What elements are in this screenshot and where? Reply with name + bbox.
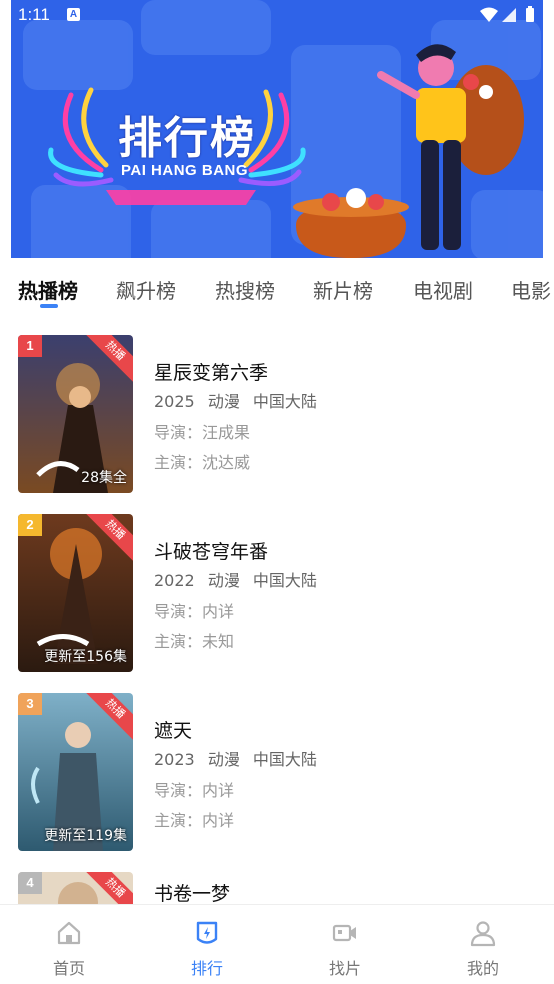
list-item[interactable]: 3 热播 更新至119集 遮天 2023 动漫 中国大陆 导演：内详 主演：内详 [0,674,554,851]
ranking-tabs: 热播榜 飙升榜 热搜榜 新片榜 电视剧 电影 [0,258,554,312]
status-system-icons [480,6,534,22]
bottom-navigation: 首页 排行 找片 我的 [0,904,554,984]
rank-badge: 2 [18,514,42,536]
nav-mine-label: 我的 [466,959,499,978]
tab-rising[interactable]: 飙升榜 [116,275,176,304]
list-item[interactable]: 1 热播 28集全 星辰变第六季 2025 动漫 中国大陆 导演：汪成果 主演：… [0,316,554,493]
episode-count: 28集全 [81,470,127,486]
status-notification-icon: A [67,8,80,21]
show-year: 2025 [154,392,195,411]
nav-home-label: 首页 [52,959,85,978]
nav-find[interactable]: 找片 [276,905,414,984]
poster-image[interactable]: 1 热播 28集全 [18,335,133,493]
show-genre: 动漫 [207,392,240,411]
active-tab-indicator [40,304,58,308]
show-genre: 动漫 [207,750,240,769]
status-time: 1:11 [18,5,50,24]
rank-badge: 1 [18,335,42,357]
show-title[interactable]: 遮天 [154,716,192,743]
rank-badge: 4 [18,872,42,894]
nav-find-label: 找片 [328,959,361,978]
tab-movie[interactable]: 电影 [511,275,551,304]
show-meta: 2022 动漫 中国大陆 [154,567,325,591]
show-year: 2022 [154,571,195,590]
show-meta: 2025 动漫 中国大陆 [154,388,325,412]
ranking-banner[interactable]: 排行榜 PAI HANG BANG [11,0,543,258]
battery-icon [526,8,534,22]
episode-count: 更新至156集 [44,649,127,665]
tab-new-release[interactable]: 新片榜 [313,275,373,304]
show-region: 中国大陆 [252,571,317,590]
show-director: 导演：内详 [154,781,235,800]
show-title[interactable]: 星辰变第六季 [154,358,268,385]
show-region: 中国大陆 [252,750,317,769]
show-title[interactable]: 斗破苍穹年番 [154,537,268,564]
poster-image[interactable]: 3 热播 更新至119集 [18,693,133,851]
show-actor: 主演：内详 [154,811,235,830]
nav-mine[interactable]: 我的 [414,905,552,984]
show-meta: 2023 动漫 中国大陆 [154,746,325,770]
show-title[interactable]: 书卷一梦 [154,879,230,904]
show-director: 导演：汪成果 [154,423,251,442]
wifi-icon [480,7,498,22]
ranking-list: 1 热播 28集全 星辰变第六季 2025 动漫 中国大陆 导演：汪成果 主演：… [0,316,554,904]
episode-count: 更新至119集 [44,828,127,844]
poster-image[interactable]: 4 热播 [18,872,133,904]
show-actor: 主演：未知 [154,632,235,651]
show-actor: 主演：沈达威 [154,453,251,472]
status-bar: 1:11 A [0,0,554,30]
show-genre: 动漫 [207,571,240,590]
video-camera-icon [332,924,356,942]
list-item[interactable]: 2 热播 更新至156集 斗破苍穹年番 2022 动漫 中国大陆 导演：内详 主… [0,495,554,672]
show-director: 导演：内详 [154,602,235,621]
signal-icon [502,8,516,22]
banner-subtitle: PAI HANG BANG [121,162,249,179]
nav-ranking[interactable]: 排行 [138,905,276,984]
nav-home[interactable]: 首页 [0,905,138,984]
nav-ranking-label: 排行 [190,959,223,978]
list-item[interactable]: 4 热播 书卷一梦 [0,853,554,904]
banner-illustration [11,0,543,258]
user-icon [470,921,496,947]
show-year: 2023 [154,750,195,769]
tab-tv-series[interactable]: 电视剧 [413,275,473,304]
tab-hot-play[interactable]: 热播榜 [18,275,78,304]
banner-title: 排行榜 [118,113,256,164]
show-region: 中国大陆 [252,392,317,411]
tab-hot-search[interactable]: 热搜榜 [215,275,275,304]
rank-badge: 3 [18,693,42,715]
home-icon [57,921,81,945]
poster-image[interactable]: 2 热播 更新至156集 [18,514,133,672]
ranking-icon [196,921,218,944]
